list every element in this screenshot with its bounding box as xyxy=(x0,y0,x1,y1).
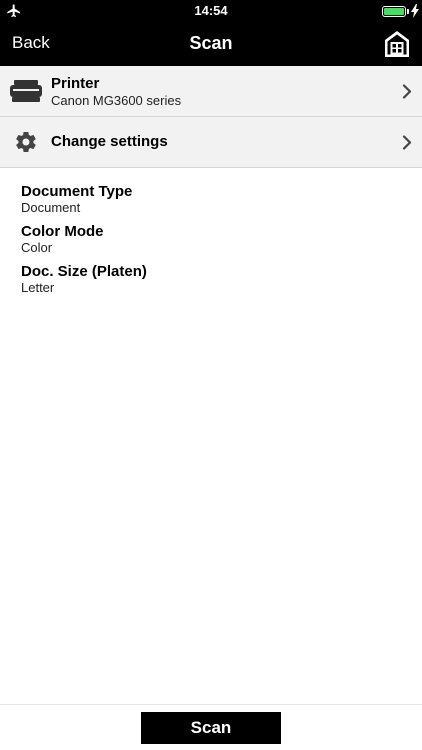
page-title: Scan xyxy=(189,33,233,53)
scan-screen: 14:54 Back Scan Printer Canon MG3600 ser… xyxy=(0,0,422,750)
summary-value: Letter xyxy=(21,280,55,295)
summary-label: Color Mode xyxy=(21,223,104,240)
status-time: 14:54 xyxy=(194,3,228,18)
chevron-right-icon xyxy=(402,135,412,150)
battery-icon xyxy=(382,6,406,17)
summary-value: Document xyxy=(21,200,81,215)
summary-label: Doc. Size (Platen) xyxy=(21,263,147,280)
printer-name: Canon MG3600 series xyxy=(51,93,182,108)
summary-item-document-type: Document Type Document xyxy=(21,183,147,223)
home-icon[interactable] xyxy=(384,30,410,58)
summary-value: Color xyxy=(21,240,53,255)
summary-item-doc-size: Doc. Size (Platen) Letter xyxy=(21,263,147,303)
scan-button[interactable]: Scan xyxy=(141,712,281,744)
summary-label: Document Type xyxy=(21,183,133,200)
navigation-bar: Back Scan xyxy=(0,22,422,66)
printer-row[interactable]: Printer Canon MG3600 series xyxy=(0,66,422,117)
back-button[interactable]: Back xyxy=(12,33,50,53)
gear-icon xyxy=(16,132,36,152)
settings-summary: Document Type Document Color Mode Color … xyxy=(21,183,147,303)
bottom-toolbar: Scan xyxy=(0,704,422,750)
battery-tip xyxy=(407,9,409,14)
summary-item-color-mode: Color Mode Color xyxy=(21,223,147,263)
printer-icon xyxy=(10,80,42,102)
printer-title: Printer xyxy=(51,75,100,92)
status-bar: 14:54 xyxy=(0,0,422,22)
change-settings-row[interactable]: Change settings xyxy=(0,117,422,168)
change-settings-label: Change settings xyxy=(51,133,168,150)
charging-icon xyxy=(411,4,419,18)
chevron-right-icon xyxy=(402,84,412,99)
